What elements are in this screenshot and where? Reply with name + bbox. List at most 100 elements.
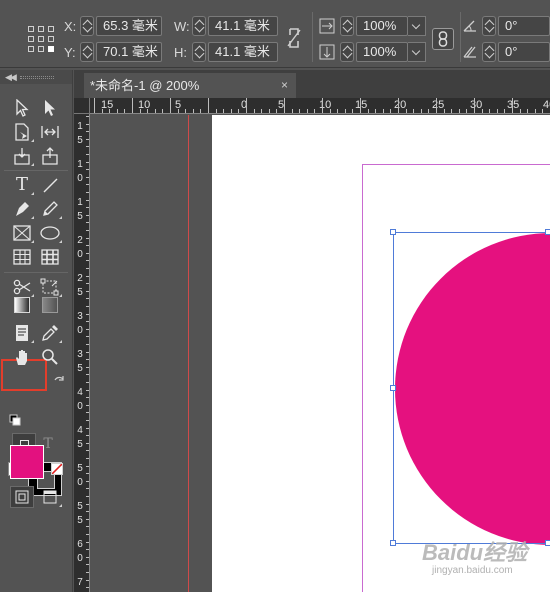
horizontal-ruler[interactable]: 15 10 5 0 5 10 15 20 25 30 35 40: [90, 98, 550, 114]
document-tab[interactable]: *未命名-1 @ 200% ×: [84, 73, 296, 98]
horizontal-grid-tool-icon[interactable]: [10, 246, 34, 268]
line-tool-icon[interactable]: [38, 174, 62, 196]
w-label: W:: [174, 19, 190, 34]
h-stepper[interactable]: [192, 42, 206, 62]
ruler-v-label: 5: [77, 135, 83, 146]
ruler-tick: [94, 98, 95, 113]
h-field[interactable]: 41.1 毫米: [208, 42, 278, 62]
ruler-tick: [375, 109, 377, 113]
ruler-tick: [344, 109, 346, 113]
w-stepper[interactable]: [192, 16, 206, 36]
normal-screen-mode-icon[interactable]: [10, 486, 34, 508]
gap-tool-icon[interactable]: [38, 121, 62, 143]
selection-tool-icon[interactable]: [10, 97, 34, 119]
ruler-tick: [170, 98, 171, 113]
ruler-tick: [185, 109, 187, 113]
ruler-v-label: 5: [77, 439, 83, 450]
pen-tool-icon[interactable]: [10, 198, 34, 220]
ruler-v-label: 5: [77, 515, 83, 526]
scale-x-stepper[interactable]: [340, 16, 354, 36]
apply-none-icon[interactable]: [51, 463, 63, 475]
x-stepper[interactable]: [80, 16, 94, 36]
ruler-origin[interactable]: [74, 98, 90, 114]
y-field[interactable]: 70.1 毫米: [96, 42, 162, 62]
ruler-v-label: 3: [77, 311, 83, 322]
hand-tool-icon[interactable]: [10, 346, 34, 368]
gradient-swatch-tool-icon[interactable]: [10, 294, 34, 316]
gradient-feather-tool-icon[interactable]: [38, 294, 62, 316]
ruler-tick: [512, 98, 513, 113]
handle-bottom-left[interactable]: [390, 540, 396, 546]
ruler-tick: [238, 109, 240, 113]
scale-x-field[interactable]: 100%: [356, 16, 408, 36]
page-tool-icon[interactable]: [10, 121, 34, 143]
ruler-v-label: 0: [77, 173, 83, 184]
shear-field[interactable]: 0°: [498, 42, 550, 62]
ellipse-tool-icon[interactable]: [38, 222, 62, 244]
tools-panel-header[interactable]: ◀◀: [0, 70, 72, 84]
ruler-v-label: 4: [77, 425, 83, 436]
zoom-tool-icon[interactable]: [38, 346, 62, 368]
ruler-v-label: 2: [77, 273, 83, 284]
ruler-v-label: 4: [77, 387, 83, 398]
ruler-tick: [519, 109, 521, 113]
rotate-field[interactable]: 0°: [498, 16, 550, 36]
preview-mode-icon[interactable]: [38, 486, 62, 508]
default-fill-stroke-icon[interactable]: [9, 414, 21, 426]
collapse-panel-icon[interactable]: ◀◀: [5, 72, 17, 83]
ruler-tick: [382, 109, 384, 113]
ruler-tick: [489, 109, 491, 113]
rectangle-frame-tool-icon[interactable]: [10, 222, 34, 244]
type-tool-icon[interactable]: T: [10, 174, 34, 196]
scale-y-field[interactable]: 100%: [356, 42, 408, 62]
y-stepper[interactable]: [80, 42, 94, 62]
content-placer-tool-icon[interactable]: [38, 145, 62, 167]
control-panel: X: 65.3 毫米 Y: 70.1 毫米 W: 41.1 毫米 H: 41.1…: [0, 0, 550, 68]
ruler-v-label: 2: [77, 235, 83, 246]
x-field[interactable]: 65.3 毫米: [96, 16, 162, 36]
fill-swatch[interactable]: [10, 445, 44, 479]
handle-bottom-middle[interactable]: [545, 540, 550, 546]
ruler-tick: [284, 98, 285, 113]
ruler-v-label: 3: [77, 349, 83, 360]
ruler-tick: [200, 109, 202, 113]
content-collector-tool-icon[interactable]: [10, 145, 34, 167]
scale-y-stepper[interactable]: [340, 42, 354, 62]
pasteboard[interactable]: [90, 115, 550, 592]
eyedropper-tool-icon[interactable]: [38, 322, 62, 344]
watermark-url: jingyan.baidu.com: [432, 565, 513, 576]
ruler-tick: [101, 109, 103, 113]
panel-grip[interactable]: [20, 76, 54, 79]
constrain-proportions-icon[interactable]: [285, 26, 303, 50]
link-scale-icon[interactable]: [432, 28, 454, 50]
handle-middle-left[interactable]: [390, 385, 396, 391]
ruler-tick: [147, 109, 149, 113]
note-tool-icon[interactable]: [10, 322, 34, 344]
scale-y-dropdown[interactable]: [408, 42, 426, 62]
ruler-tick: [215, 109, 217, 113]
direct-selection-tool-icon[interactable]: [38, 97, 62, 119]
h-label: H:: [174, 45, 187, 60]
vertical-ruler[interactable]: 1 5 1 0 1 5 2 0 2 5 3 0 3 5 4 0 4 5 5 0 …: [74, 114, 90, 592]
vertical-grid-tool-icon[interactable]: [38, 246, 62, 268]
scale-x-dropdown[interactable]: [408, 16, 426, 36]
pencil-tool-icon[interactable]: [38, 198, 62, 220]
ruler-h-label: 40: [543, 99, 550, 111]
swap-fill-stroke-icon[interactable]: [53, 375, 67, 389]
ruler-tick: [458, 109, 460, 113]
selection-frame: [393, 232, 548, 544]
ruler-v-label: 7: [77, 577, 83, 588]
ruler-v-label: 5: [77, 287, 83, 298]
w-field[interactable]: 41.1 毫米: [208, 16, 278, 36]
close-tab-icon[interactable]: ×: [281, 73, 288, 98]
reference-point-icon[interactable]: [28, 26, 54, 52]
handle-top-left[interactable]: [390, 229, 396, 235]
ruler-tick: [322, 98, 323, 113]
ruler-tick: [276, 109, 278, 113]
handle-top-middle[interactable]: [545, 229, 550, 235]
ruler-h-label: 15: [355, 99, 368, 111]
ruler-tick: [527, 109, 529, 113]
rotate-stepper[interactable]: [482, 16, 496, 36]
ruler-tick: [223, 109, 225, 113]
shear-stepper[interactable]: [482, 42, 496, 62]
